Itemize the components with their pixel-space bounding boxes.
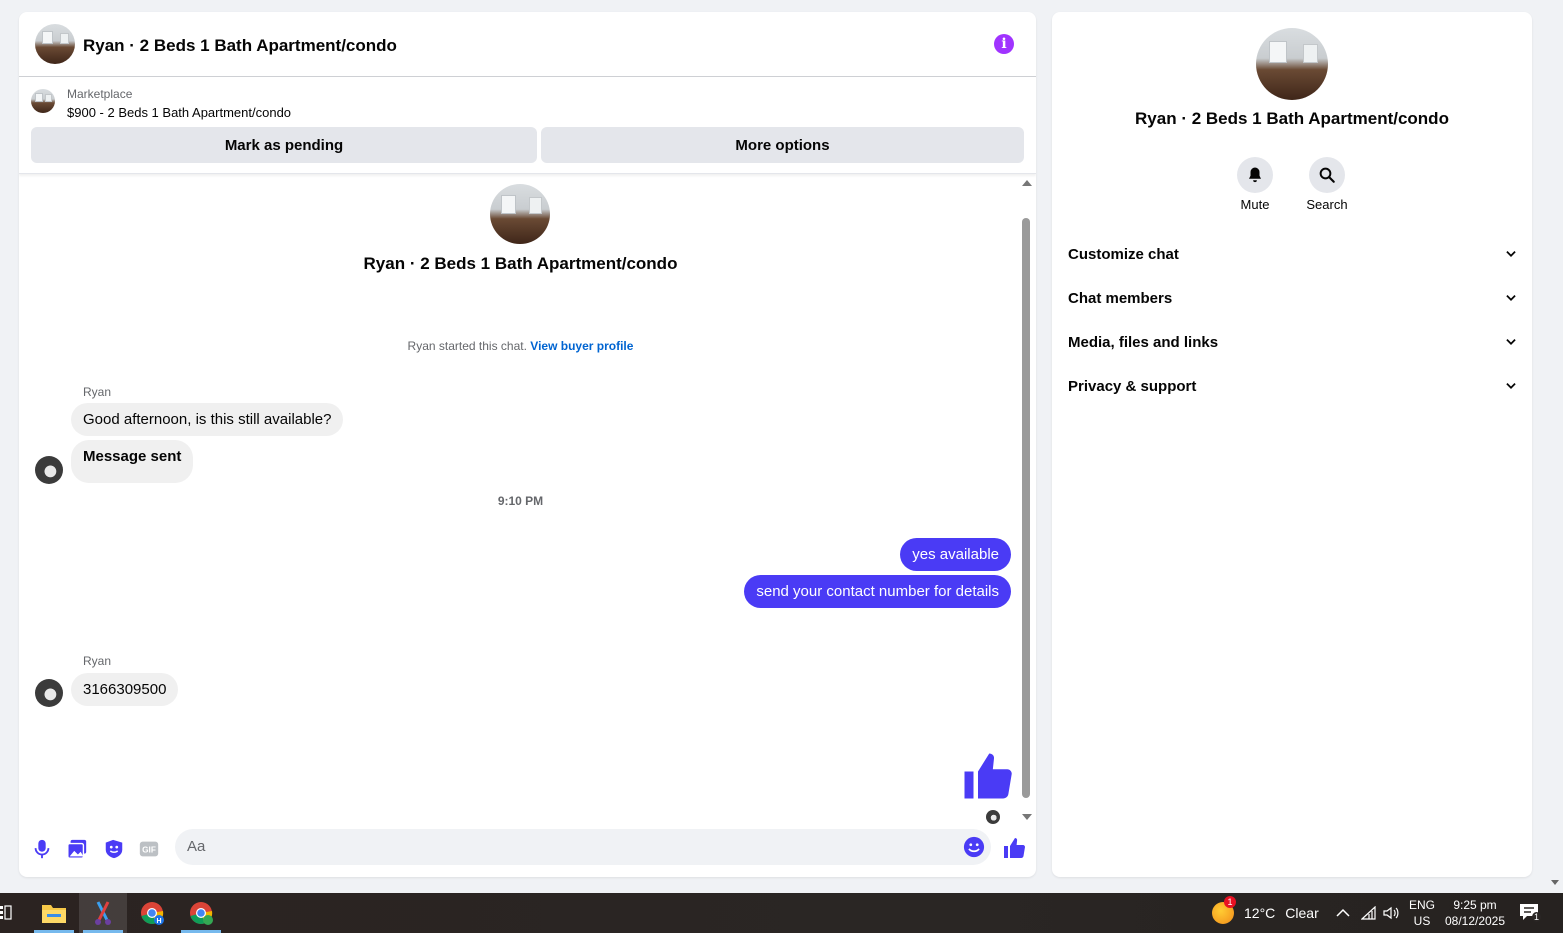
clock-time: 9:25 pm xyxy=(1453,898,1497,912)
chat-started-text: Ryan started this chat. xyxy=(407,339,531,353)
section-label: Chat members xyxy=(1068,289,1173,307)
chat-panel: Ryan · 2 Beds 1 Bath Apartment/condo i M… xyxy=(19,12,1036,877)
microphone-icon[interactable] xyxy=(31,838,53,860)
message-sender: Ryan xyxy=(83,385,112,399)
emoji-icon[interactable] xyxy=(963,836,985,858)
network-status[interactable] xyxy=(1361,893,1377,933)
clock-date: 08/12/2025 xyxy=(1444,914,1506,928)
search-icon[interactable] xyxy=(1309,157,1345,193)
weather-badge: 1 xyxy=(1224,896,1236,908)
taskbar-chrome-profile[interactable] xyxy=(177,893,225,933)
message-bubble[interactable]: Message sent xyxy=(71,440,194,483)
taskbar-chrome-profile-h[interactable]: H xyxy=(128,893,176,933)
region-code: US xyxy=(1413,914,1431,928)
snipping-tool-icon xyxy=(95,901,111,925)
gif-icon[interactable]: GIF xyxy=(138,838,160,860)
mark-as-pending-button[interactable]: Mark as pending xyxy=(31,127,537,163)
conversation-avatar-large[interactable] xyxy=(490,184,550,244)
thumbs-up-icon[interactable] xyxy=(960,749,1014,803)
message-sender: Ryan xyxy=(83,654,112,668)
message-timestamp: 9:10 PM xyxy=(497,494,544,508)
chat-header: Ryan · 2 Beds 1 Bath Apartment/condo i xyxy=(19,12,1036,77)
send-like-icon[interactable] xyxy=(1002,836,1026,860)
media-files-links-section[interactable]: Media, files and links xyxy=(1068,322,1518,362)
seen-receipt-avatar xyxy=(986,810,1000,824)
marketplace-label: Marketplace xyxy=(67,87,133,101)
customize-chat-section[interactable]: Customize chat xyxy=(1068,234,1518,274)
chevron-up-icon xyxy=(1336,908,1350,917)
chrome-icon xyxy=(190,902,213,925)
temperature: 12°C xyxy=(1244,905,1276,921)
chrome-icon: H xyxy=(141,902,164,925)
sticker-icon[interactable] xyxy=(103,838,125,860)
scroll-down-arrow[interactable] xyxy=(1022,814,1032,820)
search-action[interactable]: Search xyxy=(1297,157,1357,212)
search-label: Search xyxy=(1306,197,1348,212)
notification-center[interactable]: 1 xyxy=(1519,903,1542,923)
conversation-name: Ryan · 2 Beds 1 Bath Apartment/condo xyxy=(363,254,678,273)
speaker-icon xyxy=(1383,906,1399,920)
input-language[interactable]: ENG US xyxy=(1406,897,1438,929)
weather-condition: Clear xyxy=(1285,905,1319,921)
section-label: Privacy & support xyxy=(1068,377,1197,395)
chevron-down-icon xyxy=(1506,251,1516,257)
language-code: ENG xyxy=(1408,898,1435,912)
weather-moon-icon: 1 xyxy=(1212,896,1236,924)
system-clock[interactable]: 9:25 pm 08/12/2025 xyxy=(1440,897,1510,929)
details-avatar[interactable] xyxy=(1256,28,1328,100)
composer-bar: GIF Aa xyxy=(19,824,1036,877)
message-bubble[interactable]: Good afternoon, is this still available? xyxy=(71,403,344,436)
listing-title[interactable]: $900 - 2 Beds 1 Bath Apartment/condo xyxy=(67,105,291,120)
taskbar: H 1 12°C Clear ENG US 9:25 pm 08/12/2025… xyxy=(0,893,1563,933)
mute-label: Mute xyxy=(1240,197,1270,212)
message-bubble[interactable]: 3166309500 xyxy=(71,673,179,706)
folder-icon xyxy=(42,905,66,923)
notification-count: 1 xyxy=(1532,912,1542,922)
chevron-down-icon xyxy=(1506,339,1516,345)
message-input[interactable]: Aa xyxy=(175,829,991,865)
taskbar-snipping-tool[interactable] xyxy=(79,893,127,933)
listing-thumbnail[interactable] xyxy=(31,89,55,113)
scroll-up-arrow[interactable] xyxy=(1022,180,1032,186)
volume-control[interactable] xyxy=(1383,893,1399,933)
section-label: Customize chat xyxy=(1068,245,1179,263)
bell-icon[interactable] xyxy=(1237,157,1273,193)
view-buyer-profile-link[interactable]: View buyer profile xyxy=(530,339,633,353)
show-hidden-icons[interactable] xyxy=(1336,893,1350,933)
section-label: Media, files and links xyxy=(1068,333,1219,351)
photo-icon[interactable] xyxy=(66,838,88,860)
chat-details-panel: Ryan · 2 Beds 1 Bath Apartment/condo Mut… xyxy=(1052,12,1532,877)
taskbar-file-explorer[interactable] xyxy=(30,893,78,933)
message-bubble-outgoing[interactable]: yes available xyxy=(900,538,1011,571)
weather-widget[interactable]: 1 12°C Clear xyxy=(1212,893,1319,933)
more-options-button[interactable]: More options xyxy=(541,127,1024,163)
sender-avatar[interactable] xyxy=(35,679,63,707)
chat-members-section[interactable]: Chat members xyxy=(1068,278,1518,318)
svg-text:H: H xyxy=(156,918,161,925)
sender-avatar[interactable] xyxy=(35,456,63,484)
info-icon[interactable]: i xyxy=(994,34,1014,54)
scrollbar-thumb[interactable] xyxy=(1022,218,1030,798)
chevron-down-icon xyxy=(1506,383,1516,389)
chat-started-notice: Ryan started this chat. View buyer profi… xyxy=(19,339,1022,353)
details-name: Ryan · 2 Beds 1 Bath Apartment/condo xyxy=(1135,109,1449,128)
marketplace-bar: Marketplace $900 - 2 Beds 1 Bath Apartme… xyxy=(19,77,1036,174)
page-scroll-down-arrow[interactable] xyxy=(1551,880,1559,885)
privacy-support-section[interactable]: Privacy & support xyxy=(1068,366,1518,406)
conversation-avatar[interactable] xyxy=(35,24,75,64)
message-scrollbar[interactable] xyxy=(1019,176,1033,822)
chevron-down-icon xyxy=(1506,295,1516,301)
mute-action[interactable]: Mute xyxy=(1225,157,1285,212)
message-list: Ryan · 2 Beds 1 Bath Apartment/condo Rya… xyxy=(19,174,1036,824)
wifi-icon xyxy=(1361,906,1376,920)
svg-text:GIF: GIF xyxy=(142,846,156,855)
message-bubble-outgoing[interactable]: send your contact number for details xyxy=(744,575,1011,608)
chat-title[interactable]: Ryan · 2 Beds 1 Bath Apartment/condo xyxy=(83,36,397,56)
task-view-icon[interactable] xyxy=(0,905,12,921)
